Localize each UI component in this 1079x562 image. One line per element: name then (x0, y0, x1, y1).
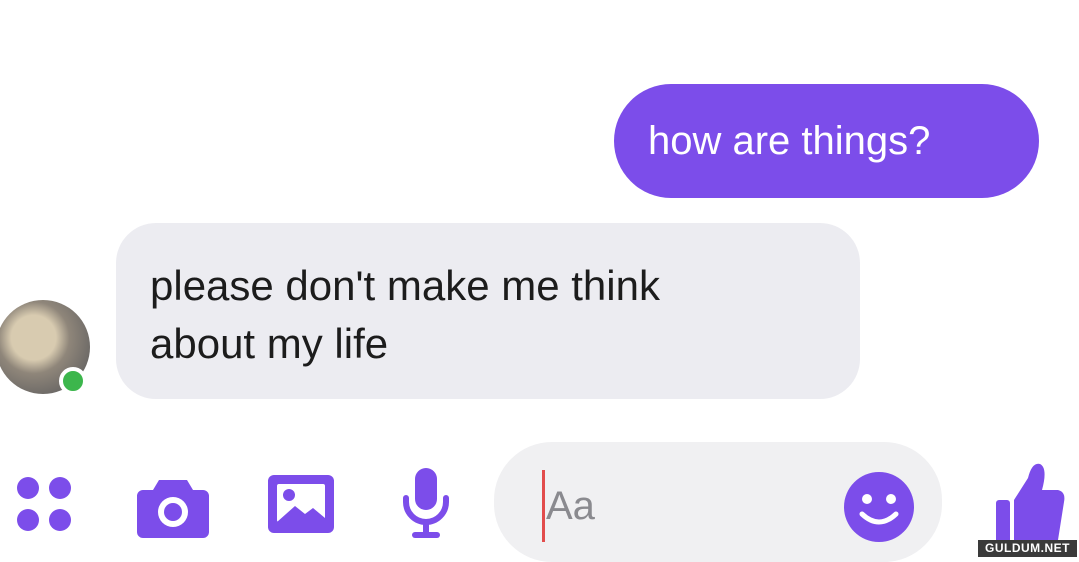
emoji-icon[interactable] (842, 470, 916, 544)
text-cursor (542, 470, 545, 542)
thumbs-up-icon[interactable] (994, 456, 1066, 552)
outgoing-message[interactable]: how are things? (614, 84, 1039, 198)
online-status-dot (59, 367, 87, 395)
camera-icon[interactable] (135, 474, 211, 540)
message-text: how are things? (648, 119, 931, 163)
image-icon[interactable] (265, 472, 337, 536)
incoming-message[interactable]: please don't make me think about my life (116, 223, 860, 399)
watermark: GULDUM.NET (978, 540, 1077, 557)
message-line: about my life (150, 320, 389, 367)
microphone-icon[interactable] (402, 466, 450, 542)
message-line: please don't make me think (150, 262, 660, 309)
message-input-placeholder: Aa (546, 484, 595, 528)
menu-dots-icon[interactable] (14, 474, 76, 536)
